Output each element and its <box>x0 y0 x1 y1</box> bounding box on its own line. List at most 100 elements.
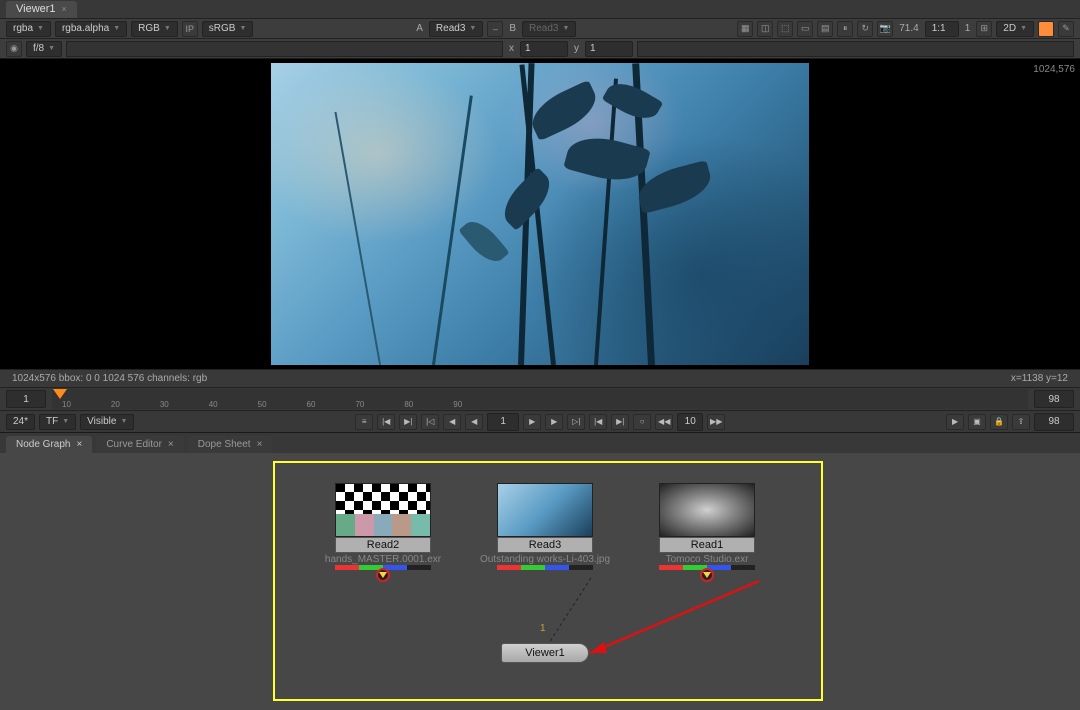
current-frame-field[interactable]: 1 <box>487 413 519 431</box>
tab-dope-sheet[interactable]: Dope Sheet× <box>188 436 273 453</box>
resolution-label: 1024,576 <box>1033 64 1075 75</box>
close-icon[interactable]: × <box>168 439 174 450</box>
capture-icon[interactable]: 📷 <box>877 21 893 37</box>
export-icon[interactable]: ⇪ <box>1012 414 1030 430</box>
chevron-down-icon: ▼ <box>120 418 127 425</box>
lut-dropdown[interactable]: sRGB▼ <box>202 21 254 37</box>
zoom-value: 71.4 <box>897 23 920 34</box>
playhead-marker[interactable] <box>53 389 67 399</box>
gain-x-field[interactable]: 1 <box>520 41 568 57</box>
visibility-dropdown[interactable]: Visible▼ <box>80 414 134 430</box>
node-viewer1[interactable]: Viewer1 <box>501 643 589 663</box>
node-thumbnail <box>659 483 755 537</box>
flipbook-button[interactable]: ▣ <box>968 414 986 430</box>
roi-button[interactable]: ◫ <box>757 21 773 37</box>
colorspace-dropdown[interactable]: RGB▼ <box>131 21 178 37</box>
frame-start-field[interactable]: 1 <box>6 390 46 408</box>
tab-label: Viewer1 <box>16 3 56 15</box>
connection-index: 1 <box>540 623 546 634</box>
step-back-button[interactable]: ◀ <box>443 414 461 430</box>
fstop-dropdown[interactable]: f/8▼ <box>26 41 62 57</box>
node-read3[interactable]: Read3 Outstanding works-Li-403.jpg <box>495 483 595 570</box>
refresh-icon[interactable]: ↻ <box>857 21 873 37</box>
chevron-down-icon: ▼ <box>37 25 44 32</box>
a-source-dropdown[interactable]: Read3▼ <box>429 21 483 37</box>
channel-dropdown[interactable]: rgba▼ <box>6 21 51 37</box>
overlay-settings-button[interactable]: ⊞ <box>976 21 992 37</box>
ip-button[interactable]: IP <box>182 21 198 37</box>
eyedropper-icon[interactable]: ✎ <box>1058 21 1074 37</box>
node-filename: Outstanding works-Li-403.jpg <box>480 554 610 565</box>
close-icon[interactable]: × <box>62 4 67 14</box>
step-forward-button[interactable]: ▶ <box>545 414 563 430</box>
timeline-bar: 1 10 20 30 40 50 60 70 80 90 98 <box>0 387 1080 411</box>
node-read1[interactable]: Read1 Tomoco Studio.exr <box>657 483 757 582</box>
status-left: 1024x576 bbox: 0 0 1024 576 channels: rg… <box>12 373 207 384</box>
overscan-button[interactable]: ▭ <box>797 21 813 37</box>
b-source-dropdown[interactable]: Read3▼ <box>522 21 576 37</box>
tf-dropdown[interactable]: TF▼ <box>39 414 76 430</box>
chevron-down-icon: ▼ <box>62 418 69 425</box>
chevron-down-icon: ▼ <box>562 25 569 32</box>
lock-timeline-icon[interactable]: 🔒 <box>990 414 1008 430</box>
tab-curve-editor[interactable]: Curve Editor× <box>96 436 183 453</box>
close-icon[interactable]: × <box>76 439 82 450</box>
node-output-port[interactable] <box>376 568 390 582</box>
timeline-track[interactable]: 10 20 30 40 50 60 70 80 90 <box>52 389 1028 409</box>
viewer-toolbar-1: rgba▼ rgba.alpha▼ RGB▼ IP sRGB▼ A Read3▼… <box>0 19 1080 39</box>
pause-icon[interactable]: ⏸ <box>837 21 853 37</box>
burger-icon[interactable]: ≡ <box>355 414 373 430</box>
next-keyframe-button[interactable]: ▷| <box>567 414 585 430</box>
skip-back-button[interactable]: |◀ <box>589 414 607 430</box>
record-button[interactable] <box>1038 21 1054 37</box>
node-label: Read3 <box>497 537 593 553</box>
playback-bar: 24* TF▼ Visible▼ ≡ |◀ ▶| |◁ ◀ ◀ 1 ▶ ▶ ▷|… <box>0 411 1080 433</box>
viewer-toolbar-2: ◉ f/8▼ x 1 y 1 <box>0 39 1080 59</box>
chevron-down-icon: ▼ <box>164 25 171 32</box>
node-read2[interactable]: Read2 hands_MASTER.0001.exr <box>333 483 433 582</box>
loop-forward-button[interactable]: ▶▶ <box>707 414 725 430</box>
clip-button[interactable]: ▦ <box>737 21 753 37</box>
node-thumbnail <box>497 483 593 537</box>
chevron-down-icon: ▼ <box>469 25 476 32</box>
tab-node-graph[interactable]: Node Graph× <box>6 436 92 453</box>
viewer-area[interactable]: 1024,576 <box>0 59 1080 369</box>
mask-button[interactable]: ▤ <box>817 21 833 37</box>
viewer-status-bar: 1024x576 bbox: 0 0 1024 576 channels: rg… <box>0 369 1080 387</box>
fps-dropdown[interactable]: 24* <box>6 414 35 430</box>
frame-end-field[interactable]: 98 <box>1034 390 1074 408</box>
node-filename: Tomoco Studio.exr <box>666 554 749 565</box>
node-filename: hands_MASTER.0001.exr <box>325 554 441 565</box>
play-back-button[interactable]: ◀ <box>465 414 483 430</box>
close-icon[interactable]: × <box>257 439 263 450</box>
tab-viewer1[interactable]: Viewer1 × <box>6 1 77 18</box>
panel-tabbar: Node Graph× Curve Editor× Dope Sheet× <box>0 433 1080 453</box>
node-label: Read1 <box>659 537 755 553</box>
loop-mode-button[interactable]: ○ <box>633 414 651 430</box>
lock-icon[interactable]: ◉ <box>6 41 22 57</box>
view-mode-dropdown[interactable]: 2D▼ <box>996 21 1034 37</box>
node-channelbar <box>497 565 593 570</box>
skip-forward-button[interactable]: ▶| <box>611 414 629 430</box>
ratio-dropdown[interactable]: 1:1 <box>925 21 959 37</box>
gamma-y-field[interactable]: 1 <box>585 41 633 57</box>
render-button[interactable]: ▶ <box>946 414 964 430</box>
last-frame-button[interactable]: ▶| <box>399 414 417 430</box>
proxy-button[interactable]: ⬚ <box>777 21 793 37</box>
wipe-button[interactable]: – <box>487 21 503 37</box>
viewer-canvas <box>271 63 809 365</box>
gain-slider[interactable] <box>66 41 503 57</box>
chevron-down-icon: ▼ <box>239 25 246 32</box>
loop-count-field[interactable]: 10 <box>677 413 703 431</box>
end-frame-display[interactable]: 98 <box>1034 413 1074 431</box>
alpha-dropdown[interactable]: rgba.alpha▼ <box>55 21 127 37</box>
play-forward-button[interactable]: ▶ <box>523 414 541 430</box>
b-label: B <box>507 23 518 34</box>
first-frame-button[interactable]: |◀ <box>377 414 395 430</box>
prev-keyframe-button[interactable]: |◁ <box>421 414 439 430</box>
loop-back-button[interactable]: ◀◀ <box>655 414 673 430</box>
gamma-slider[interactable] <box>637 41 1074 57</box>
node-output-port[interactable] <box>700 568 714 582</box>
status-coords: x=1138 y=12 <box>1011 373 1068 384</box>
node-graph-area[interactable]: Read2 hands_MASTER.0001.exr Read3 Outsta… <box>0 453 1080 710</box>
